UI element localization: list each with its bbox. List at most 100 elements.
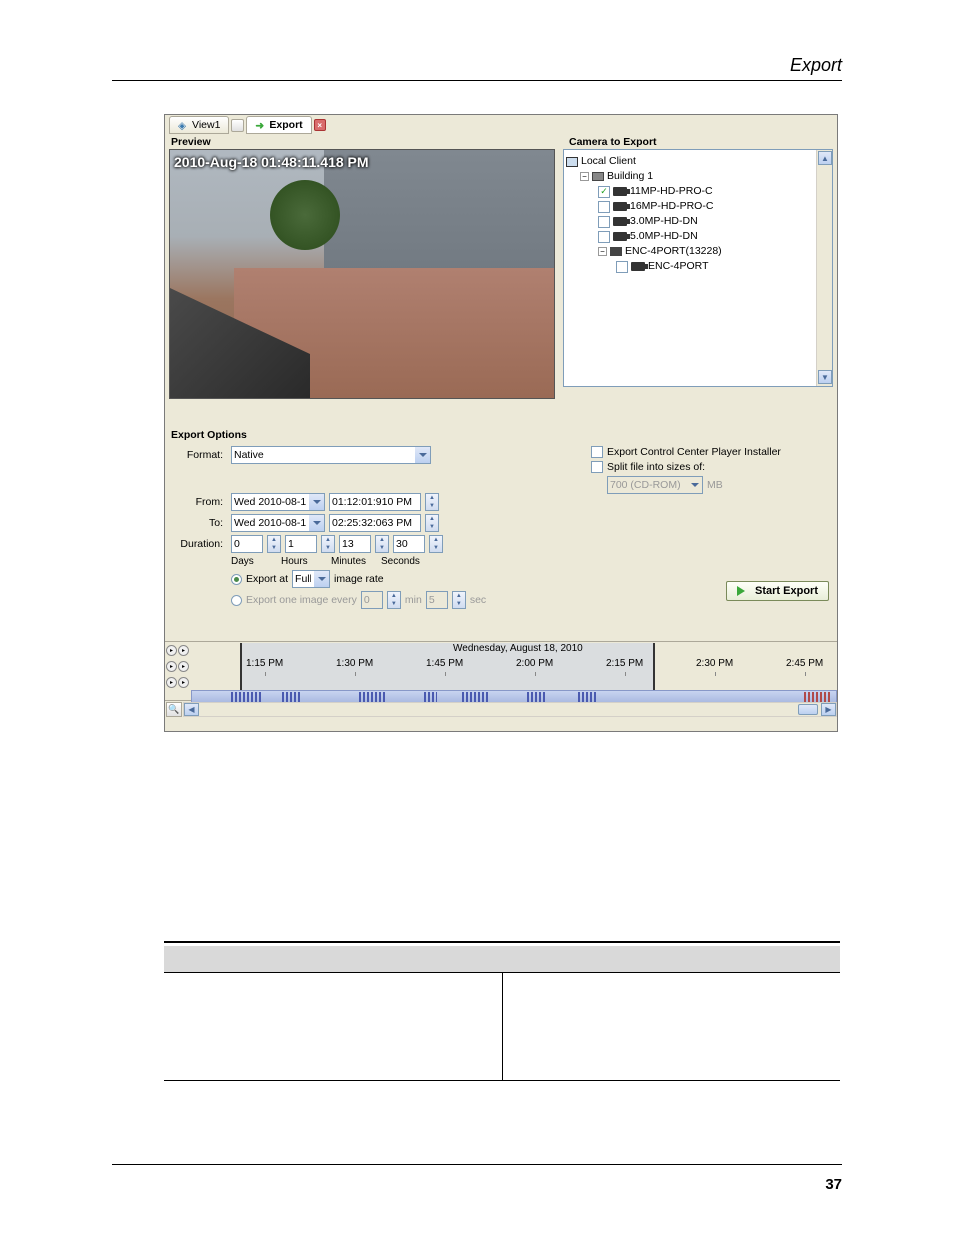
time-tick: 2:30 PM (696, 658, 733, 669)
hours-spinner[interactable]: ▲▼ (321, 535, 335, 553)
one-image-radio[interactable] (231, 595, 242, 606)
seconds-input[interactable] (393, 535, 425, 553)
options-title: Export Options (171, 428, 831, 442)
tree-root[interactable]: Local Client (566, 154, 830, 169)
camera-icon (631, 262, 645, 271)
timeline-icon[interactable]: ▸ (166, 677, 177, 688)
camera-icon (613, 187, 627, 196)
to-time[interactable] (329, 514, 421, 532)
from-time-spinner[interactable]: ▲▼ (425, 493, 439, 511)
timeline-icon[interactable]: ▸ (178, 645, 189, 656)
from-time[interactable] (329, 493, 421, 511)
checkbox[interactable] (598, 231, 610, 243)
timeline-ruler[interactable]: 1:15 PM 1:30 PM 1:45 PM 2:00 PM 2:15 PM … (191, 658, 837, 674)
tab-export[interactable]: ➜ Export (246, 116, 311, 134)
tab-menu-button[interactable] (231, 119, 244, 132)
checkbox[interactable] (598, 201, 610, 213)
page-number: 37 (825, 1176, 842, 1193)
timeline-icon[interactable]: ▸ (166, 645, 177, 656)
encoder-item[interactable]: −ENC-4PORT(13228) (566, 244, 830, 259)
from-date[interactable] (231, 493, 325, 511)
time-tick: 1:45 PM (426, 658, 463, 669)
format-select[interactable] (231, 446, 431, 464)
timeline: ▸▸ Wednesday, August 18, 2010 ▸▸ 1:15 PM… (165, 641, 837, 731)
tab-label: Export (269, 119, 302, 131)
days-input[interactable] (231, 535, 263, 553)
server-icon (592, 172, 604, 181)
collapse-icon[interactable]: − (598, 247, 607, 256)
checkbox[interactable] (616, 261, 628, 273)
duration-label: Duration: (171, 538, 227, 550)
encoder-icon (610, 247, 622, 256)
image-rate-label: image rate (334, 573, 384, 585)
page-header: Export (790, 55, 842, 76)
checkbox[interactable] (598, 216, 610, 228)
close-tab-button[interactable]: × (314, 119, 326, 131)
play-icon (737, 586, 750, 596)
scroll-thumb[interactable] (798, 704, 818, 715)
start-export-button[interactable]: Start Export (726, 581, 829, 601)
timestamp-overlay: 2010-Aug-18 01:48:11.418 PM (174, 154, 369, 170)
tree-scrollbar[interactable]: ▲ ▼ (816, 150, 832, 386)
camera-icon (613, 217, 627, 226)
scroll-up-icon[interactable]: ▲ (818, 151, 832, 165)
to-time-spinner[interactable]: ▲▼ (425, 514, 439, 532)
days-spinner[interactable]: ▲▼ (267, 535, 281, 553)
split-checkbox[interactable] (591, 461, 603, 473)
camera-item[interactable]: ✓11MP-HD-PRO-C (566, 184, 830, 199)
min-label: min (405, 594, 422, 606)
to-date[interactable] (231, 514, 325, 532)
image-rate-select[interactable] (292, 570, 330, 588)
img-sec-spinner: ▲▼ (452, 591, 466, 609)
camera-tree[interactable]: Local Client −Building 1 ✓11MP-HD-PRO-C … (563, 149, 833, 387)
start-export-label: Start Export (755, 585, 818, 597)
timeline-date: Wednesday, August 18, 2010 (453, 643, 583, 654)
camera-icon (613, 232, 627, 241)
format-label: Format: (171, 449, 227, 461)
time-tick: 1:30 PM (336, 658, 373, 669)
tab-view1[interactable]: ◈ View1 (169, 116, 229, 134)
checkbox-checked[interactable]: ✓ (598, 186, 610, 198)
time-tick: 2:00 PM (516, 658, 553, 669)
minutes-input[interactable] (339, 535, 371, 553)
export-at-radio[interactable] (231, 574, 242, 585)
camera-title: Camera to Export (563, 135, 833, 149)
zoom-in-button[interactable]: 🔍 (166, 702, 182, 717)
timeline-scrollbar[interactable]: ◀ ▶ (183, 702, 837, 717)
time-tick: 2:45 PM (786, 658, 823, 669)
collapse-icon[interactable]: − (580, 172, 589, 181)
sec-label: sec (470, 594, 486, 606)
installer-checkbox[interactable] (591, 446, 603, 458)
scroll-left-icon[interactable]: ◀ (184, 703, 199, 716)
minutes-spinner[interactable]: ▲▼ (375, 535, 389, 553)
preview-group: Preview 2010-Aug-18 01:48:11.418 PM (165, 135, 559, 420)
footer-rule (112, 1164, 842, 1165)
camera-item[interactable]: 3.0MP-HD-DN (566, 214, 830, 229)
app-window: ◈ View1 ➜ Export × Preview 2010-Aug-18 0… (164, 114, 838, 732)
split-label: Split file into sizes of: (607, 461, 705, 473)
hours-input[interactable] (285, 535, 317, 553)
days-caption: Days (231, 556, 277, 567)
img-sec-input (426, 591, 448, 609)
tree-building[interactable]: −Building 1 (566, 169, 830, 184)
camera-item[interactable]: 5.0MP-HD-DN (566, 229, 830, 244)
client-icon (566, 157, 578, 167)
from-label: From: (171, 496, 227, 508)
timeline-icon[interactable]: ▸ (178, 661, 189, 672)
view-icon: ◈ (178, 120, 188, 130)
export-icon: ➜ (255, 120, 265, 130)
installer-label: Export Control Center Player Installer (607, 446, 781, 458)
timeline-icon[interactable]: ▸ (178, 677, 189, 688)
encoder-port[interactable]: ENC-4PORT (566, 259, 830, 274)
scroll-down-icon[interactable]: ▼ (818, 370, 832, 384)
minutes-caption: Minutes (331, 556, 377, 567)
camera-item[interactable]: 16MP-HD-PRO-C (566, 199, 830, 214)
time-tick: 1:15 PM (246, 658, 283, 669)
one-image-label: Export one image every (246, 594, 357, 606)
to-label: To: (171, 517, 227, 529)
scroll-right-icon[interactable]: ▶ (821, 703, 836, 716)
table-placeholder (164, 941, 840, 1081)
seconds-spinner[interactable]: ▲▼ (429, 535, 443, 553)
timeline-icon[interactable]: ▸ (166, 661, 177, 672)
tab-bar: ◈ View1 ➜ Export × (165, 115, 837, 135)
